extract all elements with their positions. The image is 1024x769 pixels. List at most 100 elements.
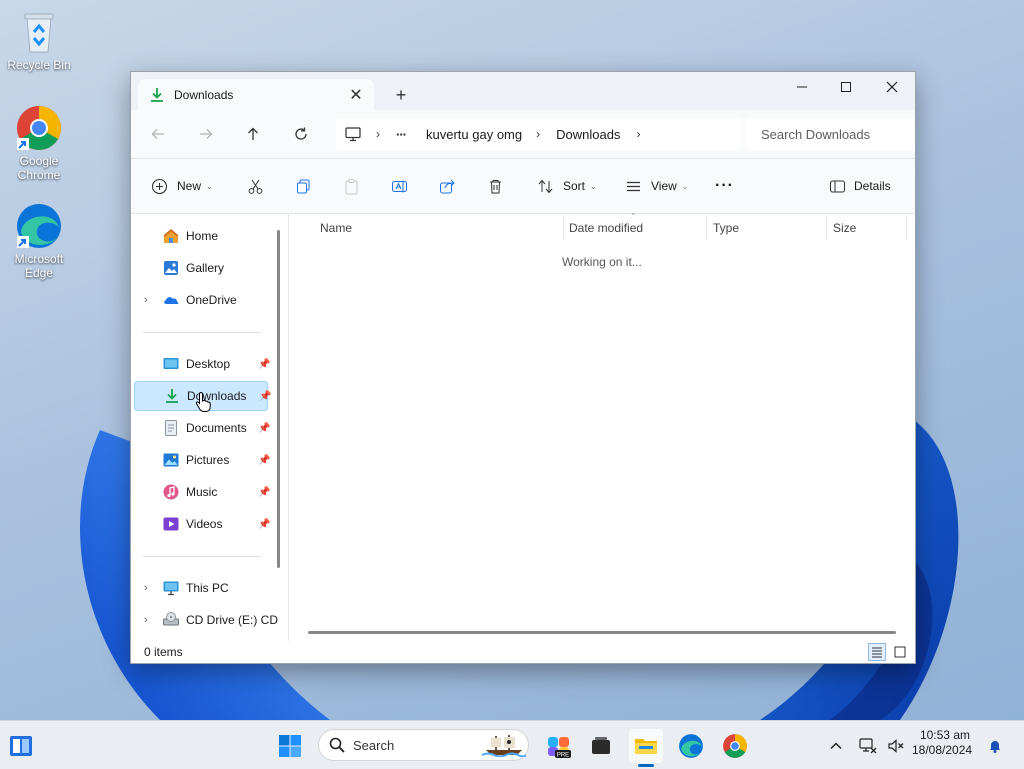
refresh-button[interactable] (287, 122, 315, 146)
rename-button[interactable] (391, 173, 408, 199)
paste-icon (345, 178, 358, 194)
svg-text:PRE: PRE (557, 753, 569, 759)
back-button[interactable] (144, 122, 172, 146)
start-button[interactable] (273, 729, 307, 763)
chevron-right-icon[interactable]: › (144, 614, 148, 626)
copy-button[interactable] (295, 173, 312, 199)
pin-icon[interactable]: 📌 (258, 359, 270, 370)
nav-item-home[interactable]: Home (134, 221, 268, 251)
new-button[interactable]: New ⌄ (151, 173, 213, 199)
close-window-button[interactable] (869, 72, 915, 102)
desktop-icon-edge[interactable]: Microsoft Edge (4, 202, 74, 280)
documents-icon (162, 419, 180, 437)
add-circle-icon (151, 178, 168, 195)
column-divider[interactable] (906, 216, 907, 240)
view-button[interactable]: View ⌄ (625, 173, 689, 199)
system-clock[interactable]: 10:53 am 18/08/2024 (912, 728, 972, 758)
column-header-name[interactable]: Name (320, 216, 560, 240)
large-icons-view-button[interactable] (891, 643, 909, 661)
widgets-icon (10, 736, 32, 756)
taskbar-search[interactable]: Search (318, 729, 529, 761)
nav-item-label: Home (186, 229, 219, 243)
chrome-icon (15, 104, 63, 152)
search-box[interactable]: Search Downloads (746, 118, 915, 150)
breadcrumb-more[interactable]: ··· (396, 127, 407, 142)
loading-message: Working on it... (562, 255, 642, 269)
nav-item-cd-drive[interactable]: › CD Drive (E:) CD (134, 605, 278, 635)
column-header-type[interactable]: Type (713, 216, 823, 240)
nav-item-gallery[interactable]: Gallery (134, 253, 268, 283)
column-header-size[interactable]: Size (833, 216, 903, 240)
minimize-button[interactable] (779, 72, 825, 102)
pin-icon[interactable]: 📌 (258, 455, 270, 466)
nav-item-pictures[interactable]: Pictures 📌 (134, 445, 270, 475)
details-pane-button[interactable]: Details (829, 173, 891, 199)
chevron-right-icon[interactable]: › (144, 582, 148, 594)
nav-item-videos[interactable]: Videos 📌 (134, 509, 270, 539)
clock-time: 10:53 am (919, 728, 970, 742)
nav-item-this-pc[interactable]: › This PC (134, 573, 268, 603)
this-pc-monitor-icon[interactable] (344, 125, 362, 143)
horizontal-scrollbar[interactable] (308, 631, 896, 634)
delete-button[interactable] (487, 173, 504, 199)
nav-item-music[interactable]: Music 📌 (134, 477, 270, 507)
breadcrumb[interactable]: › ··· kuvertu gay omg › Downloads › (336, 118, 741, 150)
chevron-down-icon: ⌄ (590, 181, 597, 191)
copilot-button[interactable]: PRE (542, 729, 576, 763)
cut-button[interactable] (247, 173, 264, 199)
paste-button[interactable] (343, 173, 360, 199)
network-status-button[interactable] (853, 729, 883, 763)
pin-icon[interactable]: 📌 (258, 487, 270, 498)
navigation-pane: Home Gallery › OneDrive Desktop 📌 Downlo… (131, 214, 288, 641)
file-explorer-taskbar-button[interactable] (629, 729, 663, 763)
more-icon: ··· (715, 177, 734, 194)
up-button[interactable] (239, 122, 267, 146)
sort-button[interactable]: Sort ⌄ (537, 173, 597, 199)
share-button[interactable] (439, 173, 456, 199)
bell-icon (990, 741, 1000, 753)
desktop-icon-recycle-bin[interactable]: Recycle Bin (4, 8, 74, 72)
chevron-right-icon[interactable]: › (536, 127, 540, 141)
chevron-down-icon: ⌄ (206, 181, 213, 191)
tab-downloads[interactable]: Downloads ✕ (138, 79, 374, 110)
title-bar: Downloads ✕ + (131, 72, 915, 110)
chevron-right-icon[interactable]: › (144, 294, 148, 306)
nav-item-label: This PC (186, 581, 229, 595)
chrome-taskbar-button[interactable] (718, 729, 752, 763)
search-input[interactable]: Search Downloads (761, 127, 870, 142)
column-divider[interactable] (563, 216, 564, 240)
chevron-right-icon[interactable]: › (636, 127, 640, 141)
volume-button[interactable] (881, 729, 911, 763)
tab-label: Downloads (174, 87, 234, 102)
chevron-right-icon[interactable]: › (376, 127, 380, 141)
view-icon (627, 181, 640, 191)
details-view-button[interactable] (868, 643, 886, 661)
show-hidden-icons-button[interactable] (821, 729, 851, 763)
home-icon (162, 227, 180, 245)
widgets-button[interactable] (4, 729, 38, 763)
task-view-button[interactable] (584, 729, 618, 763)
edge-taskbar-button[interactable] (674, 729, 708, 763)
desktop-icon-label: Google Chrome (17, 154, 61, 182)
see-more-button[interactable]: ··· (715, 173, 734, 199)
nav-scrollbar[interactable] (277, 230, 280, 568)
nav-item-downloads[interactable]: Downloads 📌 (134, 381, 271, 411)
breadcrumb-item-downloads[interactable]: Downloads (556, 127, 620, 142)
column-divider[interactable] (826, 216, 827, 240)
forward-button[interactable] (192, 122, 220, 146)
pin-icon[interactable]: 📌 (258, 519, 270, 530)
close-tab-icon[interactable]: ✕ (342, 83, 370, 107)
maximize-button[interactable] (823, 72, 869, 102)
nav-item-documents[interactable]: Documents 📌 (134, 413, 270, 443)
nav-item-desktop[interactable]: Desktop 📌 (134, 349, 270, 379)
breadcrumb-item-user[interactable]: kuvertu gay omg (426, 127, 522, 142)
edge-icon (15, 202, 63, 250)
gallery-icon (162, 259, 180, 277)
column-divider[interactable] (706, 216, 707, 240)
pin-icon[interactable]: 📌 (258, 423, 270, 434)
new-tab-button[interactable]: + (389, 84, 413, 106)
notifications-button[interactable] (980, 729, 1010, 763)
nav-item-onedrive[interactable]: › OneDrive (134, 285, 268, 315)
desktop-icon-chrome[interactable]: Google Chrome (4, 104, 74, 182)
pin-icon[interactable]: 📌 (259, 391, 271, 402)
